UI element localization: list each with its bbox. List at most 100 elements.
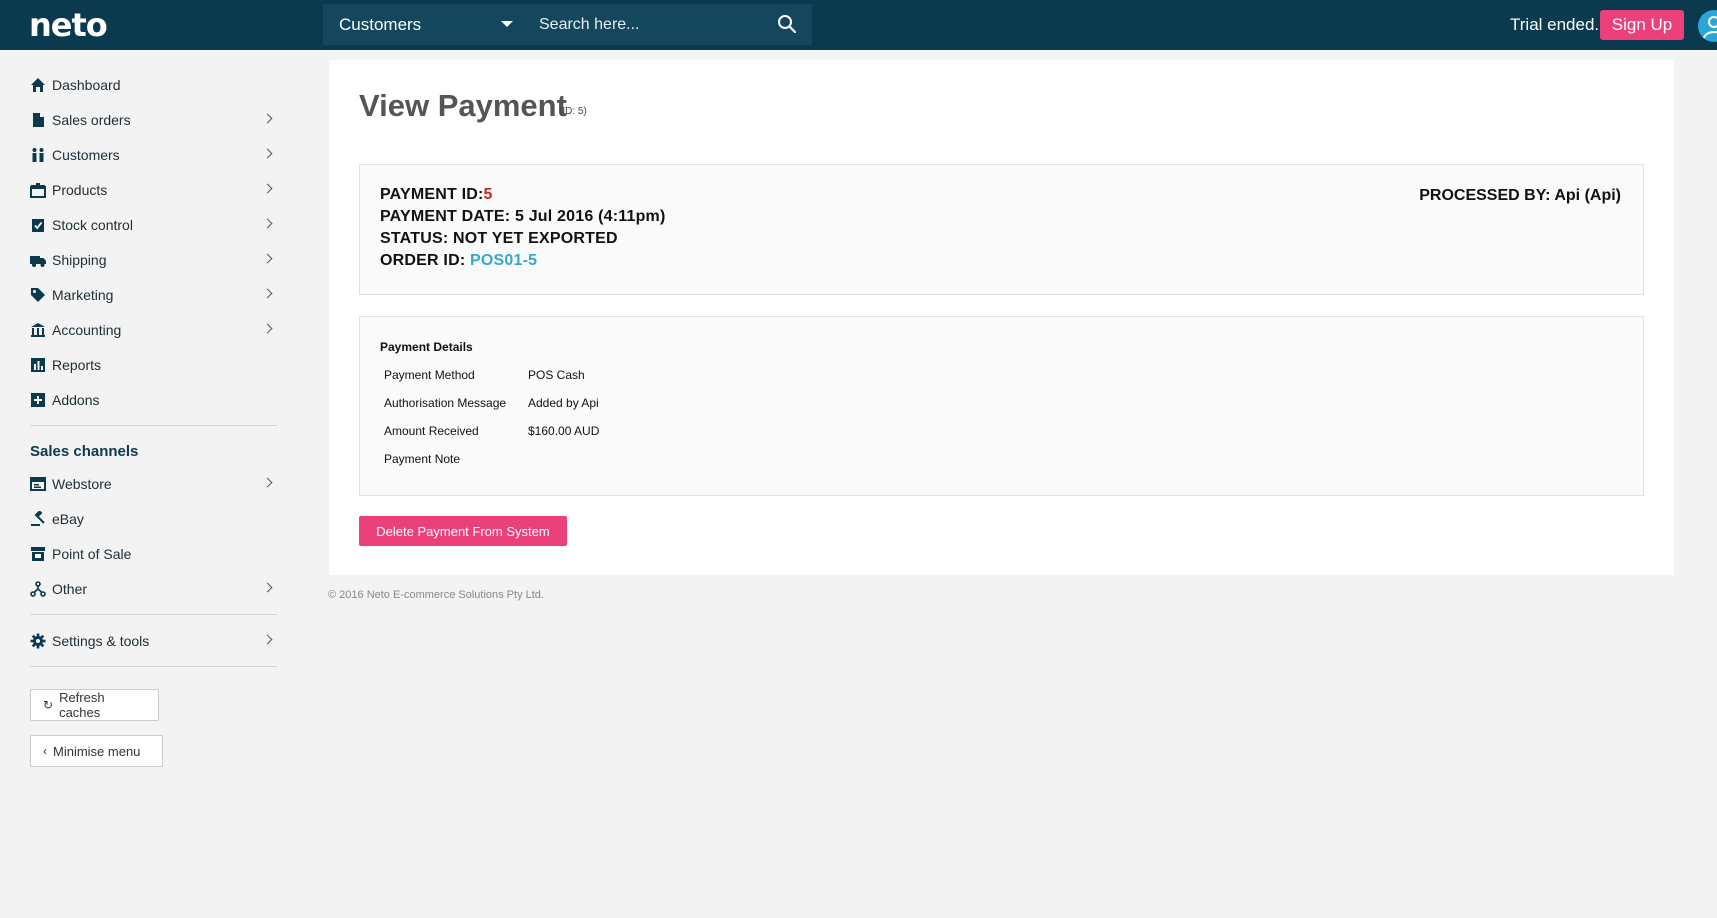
sidebar: Dashboard Sales orders Customers Product… xyxy=(0,50,300,918)
chevron-right-icon xyxy=(262,634,273,645)
detail-label: Authorisation Message xyxy=(384,396,507,410)
refresh-caches-button[interactable]: ↻ Refresh caches xyxy=(30,689,159,721)
chevron-right-icon xyxy=(262,148,273,159)
detail-label: Payment Method xyxy=(384,368,475,382)
network-icon xyxy=(30,581,46,597)
sidebar-item-customers[interactable]: Customers xyxy=(30,139,277,171)
detail-label: Amount Received xyxy=(384,424,479,438)
delete-payment-button[interactable]: Delete Payment From System xyxy=(359,516,567,546)
sales-channels-title: Sales channels xyxy=(30,443,139,460)
payment-details-title: Payment Details xyxy=(380,340,473,354)
payment-id-value: 5 xyxy=(483,186,493,203)
chevron-right-icon xyxy=(262,323,273,334)
minimise-menu-button[interactable]: ‹ Minimise menu xyxy=(30,735,163,767)
search-input[interactable] xyxy=(539,4,759,45)
neto-logo[interactable]: neto xyxy=(29,6,108,44)
divider xyxy=(30,425,277,426)
detail-value: $160.00 AUD xyxy=(528,424,600,438)
sidebar-item-addons[interactable]: Addons xyxy=(30,384,277,416)
detail-value: POS Cash xyxy=(528,368,585,382)
chevron-right-icon xyxy=(262,253,273,264)
refresh-icon: ↻ xyxy=(43,698,54,712)
page-id-note: (ID: 5) xyxy=(559,106,587,117)
sidebar-item-label: Stock control xyxy=(52,217,133,233)
search-icon[interactable] xyxy=(777,14,797,34)
divider xyxy=(30,666,277,667)
caret-down-icon[interactable] xyxy=(501,21,513,27)
chevron-left-icon: ‹ xyxy=(43,744,47,758)
sidebar-item-stock-control[interactable]: Stock control xyxy=(30,209,277,241)
clipboard-check-icon xyxy=(30,217,46,233)
gear-icon xyxy=(30,633,46,649)
plus-square-icon xyxy=(30,392,46,408)
chevron-right-icon xyxy=(262,218,273,229)
order-id-line: ORDER ID: POS01-5 xyxy=(380,252,537,270)
sidebar-item-point-of-sale[interactable]: Point of Sale xyxy=(30,538,277,570)
user-avatar-icon[interactable] xyxy=(1698,10,1717,42)
sidebar-item-label: Reports xyxy=(52,357,102,373)
chevron-right-icon xyxy=(262,183,273,194)
sidebar-item-label: eBay xyxy=(52,511,84,527)
document-icon xyxy=(30,112,46,128)
chevron-right-icon xyxy=(262,288,273,299)
sidebar-item-marketing[interactable]: Marketing xyxy=(30,279,277,311)
refresh-caches-label: Refresh caches xyxy=(59,690,105,720)
sidebar-item-reports[interactable]: Reports xyxy=(30,349,277,381)
sidebar-item-shipping[interactable]: Shipping xyxy=(30,244,277,276)
sidebar-item-label: Other xyxy=(52,581,88,597)
payment-details-box: Payment Details Payment Method POS Cash … xyxy=(359,316,1644,496)
sidebar-item-webstore[interactable]: Webstore xyxy=(30,468,277,500)
sign-up-button[interactable]: Sign Up xyxy=(1600,10,1684,40)
truck-icon xyxy=(30,252,46,268)
detail-value: Added by Api xyxy=(528,396,599,410)
chevron-right-icon xyxy=(262,113,273,124)
sidebar-item-label: Shipping xyxy=(52,252,107,268)
box-icon xyxy=(30,182,46,198)
sidebar-item-accounting[interactable]: Accounting xyxy=(30,314,277,346)
sidebar-item-label: Webstore xyxy=(52,476,112,492)
detail-label: Payment Note xyxy=(384,452,461,466)
browser-window-icon xyxy=(30,476,46,492)
chevron-right-icon xyxy=(262,477,273,488)
gavel-icon xyxy=(30,511,46,527)
chevron-right-icon xyxy=(262,582,273,593)
search-scope-label: Customers xyxy=(339,14,422,34)
sidebar-item-label: Dashboard xyxy=(52,77,121,93)
payment-id-line: PAYMENT ID:5 xyxy=(380,186,493,204)
sidebar-item-label: Accounting xyxy=(52,322,122,338)
tag-icon xyxy=(30,287,46,303)
payment-id-label: PAYMENT ID: xyxy=(380,186,484,203)
footer-copyright: © 2016 Neto E-commerce Solutions Pty Ltd… xyxy=(328,589,544,601)
sidebar-item-label: Marketing xyxy=(52,287,114,303)
sidebar-item-products[interactable]: Products xyxy=(30,174,277,206)
top-bar: neto Customers Trial ended. Sign Up xyxy=(0,0,1717,50)
sidebar-item-dashboard[interactable]: Dashboard xyxy=(30,69,277,101)
order-id-label: ORDER ID: xyxy=(380,252,470,269)
page-title: View Payment xyxy=(359,88,567,123)
minimise-menu-label: Minimise menu xyxy=(53,743,141,759)
order-id-link[interactable]: POS01-5 xyxy=(470,252,537,269)
payment-card: View Payment (ID: 5) PAYMENT ID:5 PAYMEN… xyxy=(329,60,1674,575)
home-icon xyxy=(30,77,46,93)
sidebar-item-label: Addons xyxy=(52,392,100,408)
bank-icon xyxy=(30,322,46,338)
sidebar-item-label: Settings & tools xyxy=(52,633,150,649)
sidebar-item-settings[interactable]: Settings & tools xyxy=(30,625,277,657)
divider xyxy=(30,614,277,615)
sidebar-item-label: Sales orders xyxy=(52,112,131,128)
sidebar-item-ebay[interactable]: eBay xyxy=(30,503,277,535)
search-scope-select[interactable]: Customers xyxy=(339,4,519,45)
sidebar-item-label: Customers xyxy=(52,147,120,163)
people-icon xyxy=(30,147,46,163)
sidebar-item-sales-orders[interactable]: Sales orders xyxy=(30,104,277,136)
payment-summary-box: PAYMENT ID:5 PAYMENT DATE: 5 Jul 2016 (4… xyxy=(359,164,1644,295)
sidebar-item-label: Point of Sale xyxy=(52,546,132,562)
bar-chart-icon xyxy=(30,357,46,373)
processed-by-text: PROCESSED BY: Api (Api) xyxy=(1419,187,1621,204)
search-bar: Customers xyxy=(323,4,812,45)
sidebar-item-label: Products xyxy=(52,182,108,198)
status-line: STATUS: NOT YET EXPORTED xyxy=(380,230,618,247)
sidebar-item-other[interactable]: Other xyxy=(30,573,277,605)
payment-date-line: PAYMENT DATE: 5 Jul 2016 (4:11pm) xyxy=(380,208,666,225)
trial-status-text: Trial ended. xyxy=(1510,15,1600,34)
